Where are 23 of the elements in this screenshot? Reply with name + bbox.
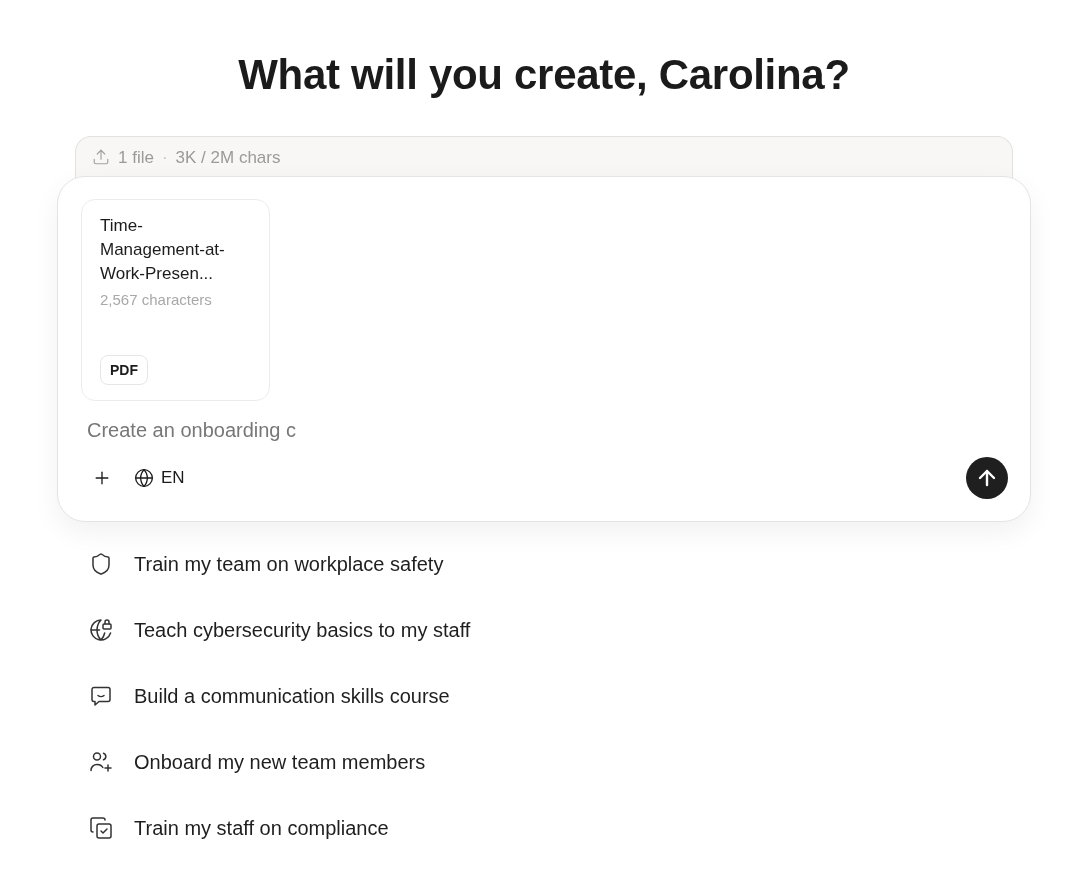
send-button[interactable]	[966, 457, 1008, 499]
suggestion-item[interactable]: Teach cybersecurity basics to my staff	[83, 608, 477, 652]
prompt-input[interactable]: Create an onboarding c	[81, 417, 481, 443]
users-plus-icon	[89, 750, 113, 774]
file-count: 1 file	[118, 148, 154, 168]
suggestion-item[interactable]: Train my staff on compliance	[83, 806, 395, 850]
file-type-tag: PDF	[100, 355, 148, 385]
shield-icon	[89, 552, 113, 576]
character-usage: 3K / 2M chars	[175, 148, 281, 168]
language-button[interactable]: EN	[132, 464, 187, 492]
character-count: 2,567 characters	[100, 290, 212, 310]
suggestion-item[interactable]: Train my team on workplace safety	[83, 542, 450, 586]
upload-icon	[92, 148, 110, 166]
suggestion-item[interactable]: Build a communication skills course	[83, 674, 456, 718]
file-name: Time-Management-at-Work-Presen...	[100, 215, 226, 285]
separator-dot: ·	[161, 148, 168, 168]
chat-bubble-icon	[89, 684, 113, 708]
page-heading: What will you create, Carolina?	[238, 50, 850, 100]
suggestion-item[interactable]: Onboard my new team members	[83, 740, 432, 784]
globe-icon	[134, 468, 154, 488]
globe-lock-icon	[89, 618, 113, 642]
file-card[interactable]: Time-Management-at-Work-Presen... 2,567 characters PDF	[81, 199, 270, 401]
checked-squares-icon	[89, 816, 113, 840]
